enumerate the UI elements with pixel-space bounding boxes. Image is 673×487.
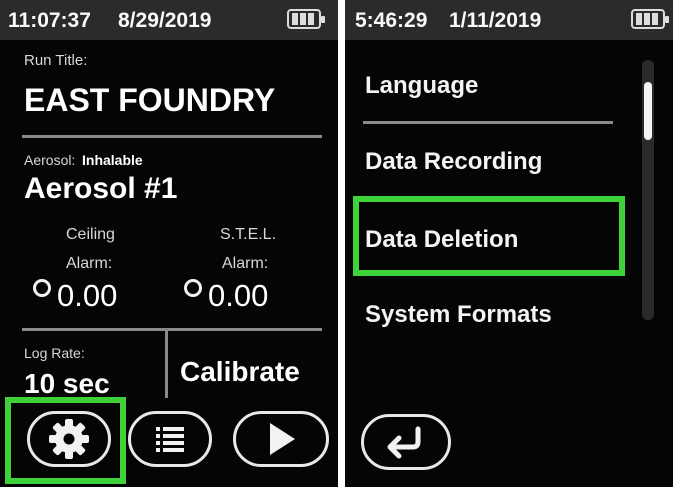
stel-alarm-label: Alarm: [222,255,269,272]
ceiling-alarm-label: Alarm: [66,255,113,272]
main-screen: 11:07:37 8/29/2019 Run Title: EAST FOUND… [0,0,338,487]
status-date: 1/11/2019 [449,9,542,32]
data-deletion-highlight-box [353,196,625,276]
divider [363,121,613,124]
battery-full-icon [631,9,669,29]
start-run-button[interactable] [233,411,329,467]
stel-title: S.T.E.L. [220,226,277,243]
ceiling-title: Ceiling [66,226,115,243]
back-button[interactable] [361,414,451,470]
log-rate-label: Log Rate: [24,345,85,361]
divider [22,135,322,138]
settings-menu-screen: 5:46:29 1/11/2019 Language Data Recordin… [345,0,673,487]
battery-full-icon [287,9,325,29]
log-rate-value: 10 sec [24,368,110,399]
ceiling-indicator-icon [33,279,51,297]
scrollbar-thumb[interactable] [644,82,652,140]
status-bar: 11:07:37 8/29/2019 [0,0,338,40]
stel-value: 0.00 [208,278,269,313]
log-list-button[interactable] [128,411,212,467]
menu-item-language[interactable]: Language [365,72,478,100]
aerosol-type: Inhalable [82,152,143,168]
status-time: 5:46:29 [355,9,428,32]
list-icon [156,427,184,452]
ceiling-value: 0.00 [57,278,118,313]
run-title-value: EAST FOUNDRY [24,82,276,118]
status-date: 8/29/2019 [118,9,212,32]
stel-indicator-icon [184,279,202,297]
status-time: 11:07:37 [8,9,91,32]
settings-highlight-box [5,397,126,484]
back-arrow-icon [387,426,421,459]
aerosol-value: Aerosol #1 [24,172,178,205]
aerosol-label: Aerosol: [24,152,76,168]
menu-item-system-formats[interactable]: System Formats [365,301,552,329]
menu-item-data-recording[interactable]: Data Recording [365,148,542,176]
scrollbar-track[interactable] [642,60,654,320]
play-icon [270,423,295,455]
divider-vertical [165,330,168,398]
divider [22,328,322,331]
run-title-label: Run Title: [24,52,88,69]
calibrate-button[interactable]: Calibrate [180,356,300,388]
status-bar: 5:46:29 1/11/2019 [345,0,673,40]
